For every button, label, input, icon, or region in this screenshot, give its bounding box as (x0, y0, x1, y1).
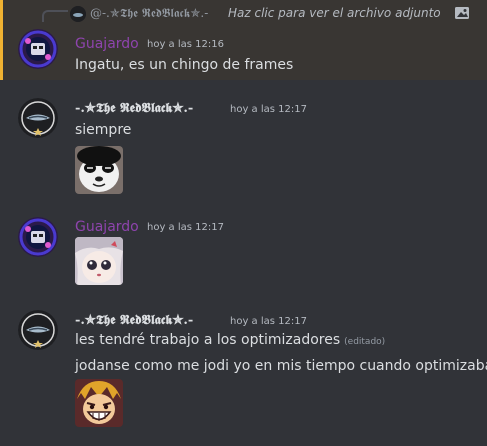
message-text-line-1: les tendré trabajo a los optimizadores (e… (75, 330, 385, 352)
author-name[interactable]: Guajardo (75, 218, 139, 236)
message-redblack-1[interactable]: -.✯𝕿𝖍𝖊 𝕽𝖊𝖉𝕭𝖑𝖆𝖈𝖐✯.- hoy a las 12:17 siemp… (0, 80, 487, 202)
avatar-redblack[interactable] (18, 98, 58, 138)
message-guajardo-1[interactable]: @-.✯𝕿𝖍𝖊 𝕽𝖊𝖉𝕭𝖑𝖆𝖈𝖐✯.- Haz clic para ver el… (0, 0, 487, 80)
reply-attachment-text[interactable]: Haz clic para ver el archivo adjunto (228, 5, 441, 21)
timestamp: hoy a las 12:17 (230, 104, 307, 115)
edited-label: (editado) (344, 337, 386, 347)
author-name[interactable]: -.✯𝕿𝖍𝖊 𝕽𝖊𝖉𝕭𝖑𝖆𝖈𝖐✯.- (75, 312, 193, 330)
avatar-redblack[interactable] (18, 310, 58, 350)
image-icon (454, 5, 470, 21)
timestamp: hoy a las 12:17 (147, 222, 224, 233)
message-redblack-2[interactable]: -.✯𝕿𝖍𝖊 𝕽𝖊𝖉𝕭𝖑𝖆𝖈𝖐✯.- hoy a las 12:17 les t… (0, 292, 487, 446)
reply-connector (42, 10, 68, 22)
message-text: siempre (75, 122, 132, 138)
message-text: les tendré trabajo a los optimizadores (75, 332, 341, 348)
reply-avatar[interactable] (70, 6, 86, 22)
panda-face-emoji[interactable] (75, 146, 123, 194)
author-name[interactable]: Guajardo (75, 35, 139, 53)
author-name[interactable]: -.✯𝕿𝖍𝖊 𝕽𝖊𝖉𝕭𝖑𝖆𝖈𝖐✯.- (75, 100, 193, 118)
anime-girl-emoji[interactable] (75, 237, 123, 285)
timestamp: hoy a las 12:17 (230, 316, 307, 327)
message-text-line-2: jodanse como me jodi yo en mis tiempo cu… (75, 358, 487, 374)
laughing-face-emoji[interactable] (75, 379, 123, 427)
message-text: Ingatu, es un chingo de frames (75, 57, 294, 73)
reply-author[interactable]: @-.✯𝕿𝖍𝖊 𝕽𝖊𝖉𝕭𝖑𝖆𝖈𝖐✯.- (90, 5, 208, 21)
avatar-guajardo[interactable] (18, 29, 58, 69)
timestamp: hoy a las 12:16 (147, 39, 224, 50)
message-guajardo-2[interactable]: Guajardo hoy a las 12:17 (0, 202, 487, 292)
avatar-guajardo[interactable] (18, 217, 58, 257)
